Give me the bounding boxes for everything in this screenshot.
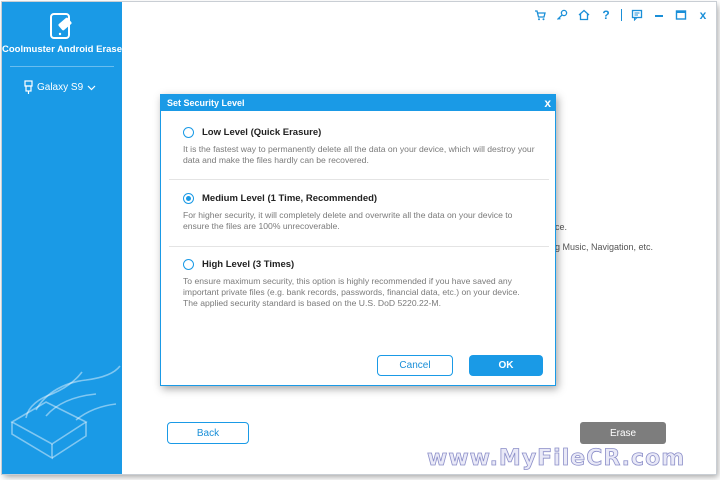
back-button[interactable]: Back — [167, 422, 249, 444]
option-description: For higher security, it will completely … — [183, 210, 513, 231]
maximize-icon[interactable] — [674, 8, 688, 22]
sidebar-divider — [10, 66, 114, 67]
radio-high-level[interactable] — [183, 259, 194, 270]
radio-medium-level[interactable] — [183, 193, 194, 204]
app-logo-icon — [50, 13, 72, 39]
feedback-icon[interactable] — [630, 8, 644, 22]
option-label: High Level (3 Times) — [202, 259, 295, 270]
radio-low-level[interactable] — [183, 127, 194, 138]
cart-icon[interactable] — [533, 8, 547, 22]
option-low-level: Low Level (Quick Erasure) It is the fast… — [183, 127, 543, 166]
option-label: Low Level (Quick Erasure) — [202, 127, 322, 138]
option-low-radio-row[interactable]: Low Level (Quick Erasure) — [183, 127, 543, 138]
help-icon[interactable]: ? — [599, 8, 613, 22]
key-icon[interactable] — [555, 8, 569, 22]
hand-eraser-illustration — [10, 365, 121, 460]
titlebar: ? x — [533, 8, 710, 22]
option-medium-radio-row[interactable]: Medium Level (1 Time, Recommended) — [183, 193, 543, 204]
sidebar: Coolmuster Android Eraser Galaxy S9 — [2, 2, 122, 474]
option-high-level: High Level (3 Times) To ensure maximum s… — [183, 259, 543, 309]
app-window: Coolmuster Android Eraser Galaxy S9 ? x … — [2, 2, 716, 474]
background-text: ce. — [555, 222, 568, 232]
option-medium-level: Medium Level (1 Time, Recommended) For h… — [183, 193, 543, 232]
device-label: Galaxy S9 — [37, 82, 84, 93]
option-label: Medium Level (1 Time, Recommended) — [202, 193, 378, 204]
option-high-radio-row[interactable]: High Level (3 Times) — [183, 259, 543, 270]
ok-button[interactable]: OK — [469, 355, 543, 376]
option-description: It is the fastest way to permanently del… — [183, 144, 535, 165]
close-icon[interactable]: x — [696, 8, 710, 22]
dialog-title: Set Security Level — [167, 98, 245, 108]
background-text: g Music, Navigation, etc. — [555, 242, 654, 252]
dialog-header: Set Security Level x — [161, 95, 555, 111]
option-divider — [169, 246, 549, 247]
option-divider — [169, 179, 549, 180]
titlebar-separator — [621, 9, 622, 21]
home-icon[interactable] — [577, 8, 591, 22]
cancel-button[interactable]: Cancel — [377, 355, 453, 376]
device-selector[interactable]: Galaxy S9 — [24, 80, 96, 95]
option-description: To ensure maximum security, this option … — [183, 276, 520, 308]
dialog-close-icon[interactable]: x — [544, 95, 551, 111]
chevron-down-icon — [87, 85, 96, 90]
usb-icon — [24, 80, 33, 94]
app-name: Coolmuster Android Eraser — [2, 44, 122, 55]
security-level-dialog: Set Security Level x Low Level (Quick Er… — [160, 94, 556, 386]
minimize-icon[interactable] — [652, 8, 666, 22]
watermark: www.MyFileCR.com — [427, 446, 686, 472]
erase-button[interactable]: Erase — [580, 422, 666, 444]
